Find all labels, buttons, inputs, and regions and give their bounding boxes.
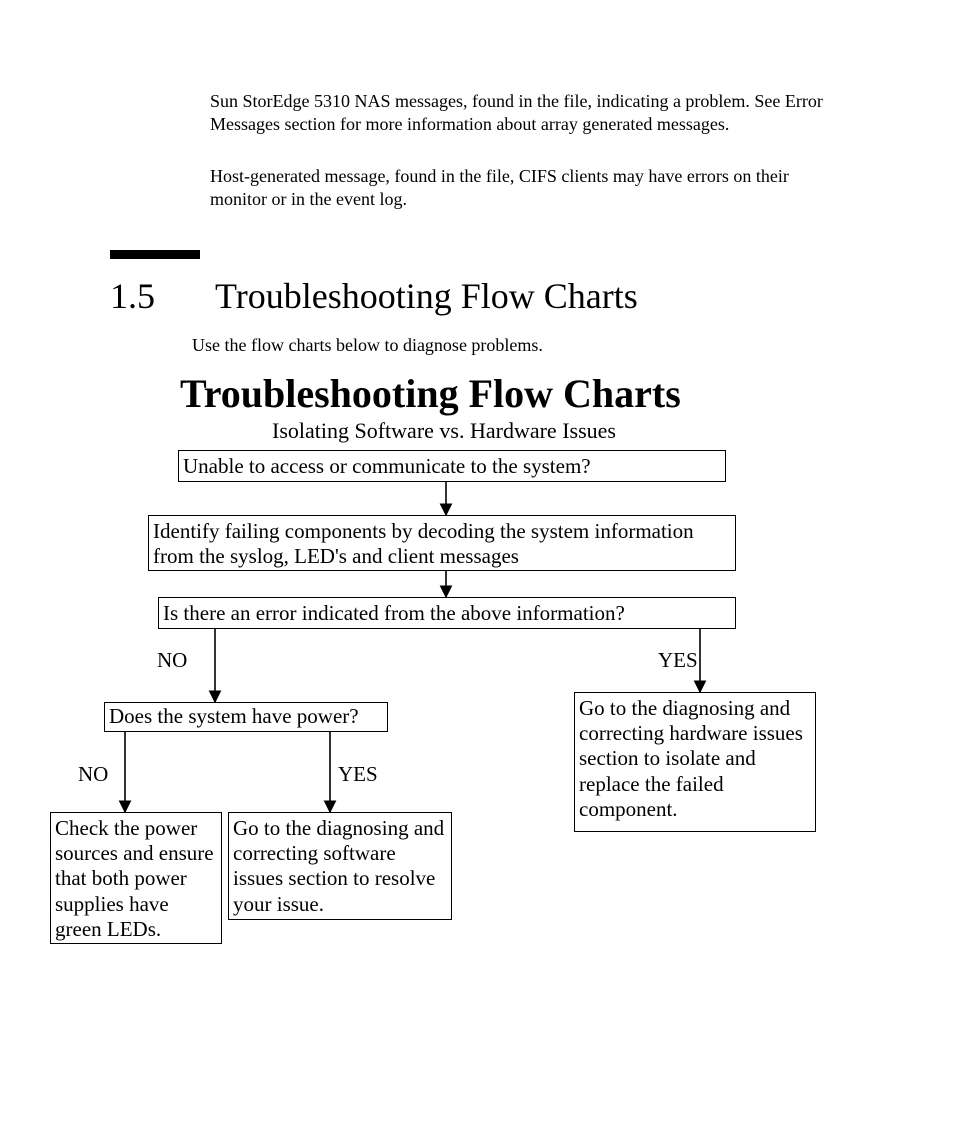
paragraph-messages-2: Host-generated message, found in the fil… xyxy=(210,165,840,211)
box-question-power: Does the system have power? xyxy=(104,702,388,732)
page: Sun StorEdge 5310 NAS messages, found in… xyxy=(0,0,954,1145)
label-yes-1: YES xyxy=(658,648,698,673)
box-software-action: Go to the diagnosing and correcting soft… xyxy=(228,812,452,920)
section-intro: Use the flow charts below to diagnose pr… xyxy=(192,335,543,356)
label-yes-2: YES xyxy=(338,762,378,787)
box-power-action: Check the power sources and ensure that … xyxy=(50,812,222,944)
box-question-error: Is there an error indicated from the abo… xyxy=(158,597,736,629)
section-title: Troubleshooting Flow Charts xyxy=(215,275,638,317)
section-rule xyxy=(110,250,200,259)
box-question-access: Unable to access or communicate to the s… xyxy=(178,450,726,482)
flowchart-subtitle: Isolating Software vs. Hardware Issues xyxy=(272,418,616,444)
label-no-2: NO xyxy=(78,762,108,787)
box-hardware-action: Go to the diagnosing and correcting hard… xyxy=(574,692,816,832)
section-number: 1.5 xyxy=(110,275,155,317)
flowchart-title: Troubleshooting Flow Charts xyxy=(180,370,681,417)
paragraph-messages-1: Sun StorEdge 5310 NAS messages, found in… xyxy=(210,90,830,136)
box-identify: Identify failing components by decoding … xyxy=(148,515,736,571)
label-no-1: NO xyxy=(157,648,187,673)
